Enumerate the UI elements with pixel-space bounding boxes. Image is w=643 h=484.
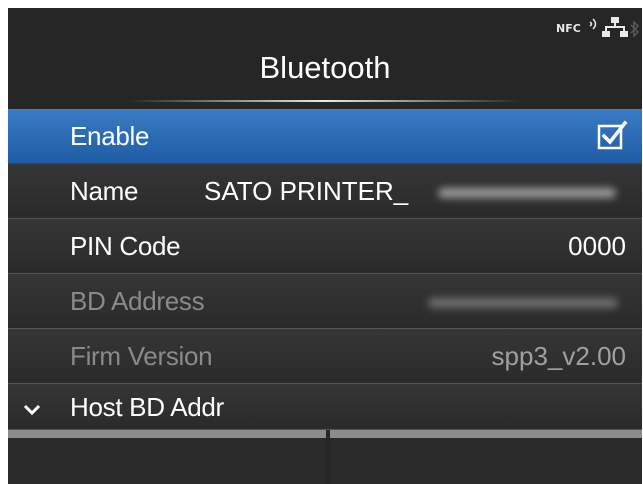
menu-item-bd-address: BD Address — [8, 274, 642, 329]
menu-item-pin-code[interactable]: PIN Code 0000 — [8, 219, 642, 274]
status-bar: NFC — [442, 8, 642, 48]
nfc-icon: NFC — [556, 22, 581, 35]
firm-version-value: spp3_v2.00 — [491, 341, 626, 371]
menu-item-name[interactable]: Name SATO PRINTER_ — [8, 164, 642, 219]
pin-code-value: 0000 — [568, 231, 626, 261]
menu-item-host-bd-addr[interactable]: Host BD Addr — [8, 384, 642, 430]
redacted-bd-address — [428, 298, 618, 308]
softkey-bar — [8, 430, 642, 484]
menu-item-label: Name — [70, 176, 139, 206]
bluetooth-status-icon — [630, 20, 640, 38]
redacted-name-suffix — [438, 188, 616, 198]
menu-item-firm-version: Firm Version spp3_v2.00 — [8, 329, 642, 384]
settings-menu: Enable Name SATO PRINTER_ PIN Code 0000 … — [8, 109, 642, 430]
nfc-waves-icon — [589, 18, 597, 30]
printer-name-value: SATO PRINTER_ — [204, 176, 409, 206]
printer-screen: NFC Bluetooth Enable Name SATO PRINTER_ … — [8, 8, 642, 484]
menu-item-label: Enable — [70, 121, 150, 151]
menu-item-enable[interactable]: Enable — [8, 109, 642, 164]
network-icon — [602, 17, 628, 37]
softkey-right[interactable] — [330, 430, 642, 484]
page-title: Bluetooth — [259, 50, 391, 85]
menu-item-label: Firm Version — [70, 341, 213, 371]
chevron-down-icon — [23, 404, 41, 416]
title-divider — [128, 100, 522, 102]
menu-item-label: PIN Code — [70, 231, 181, 261]
menu-item-label: BD Address — [70, 286, 205, 316]
menu-item-label: Host BD Addr — [70, 392, 224, 422]
checkbox-checked-icon[interactable] — [596, 119, 628, 151]
softkey-left[interactable] — [8, 430, 326, 484]
